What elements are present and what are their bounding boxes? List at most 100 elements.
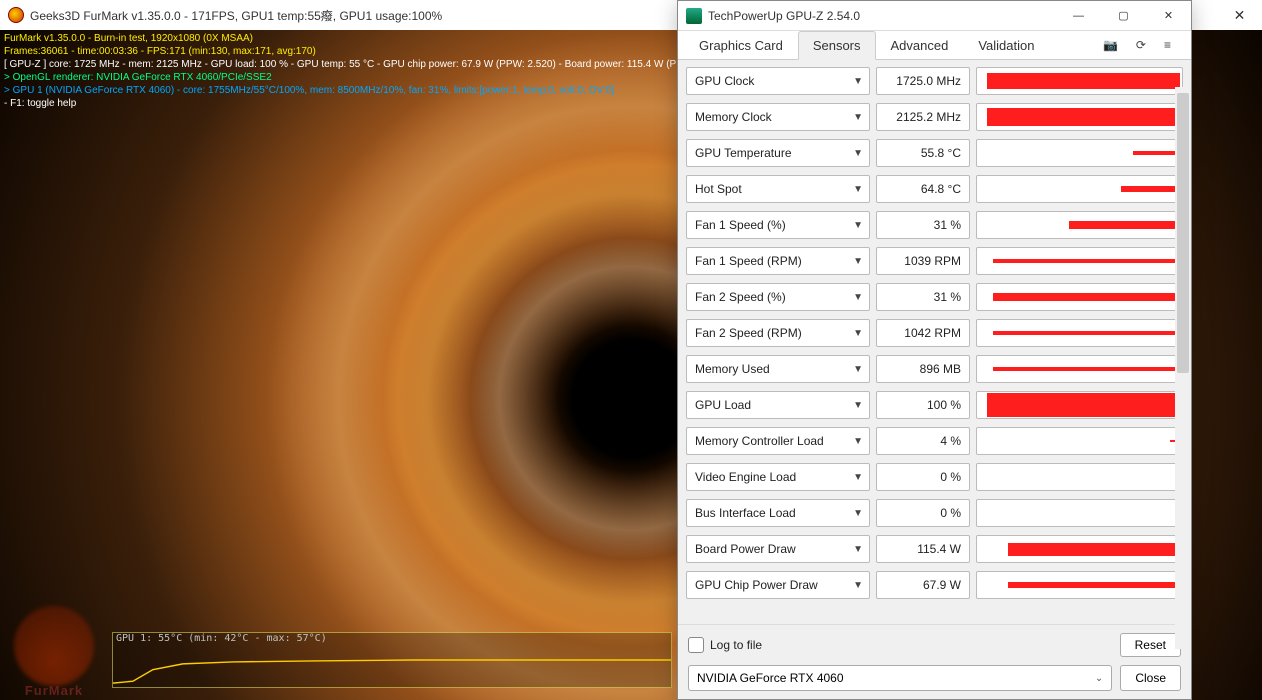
chevron-down-icon: ▼ — [853, 292, 863, 303]
sensor-name-label: Fan 2 Speed (RPM) — [695, 326, 802, 340]
furmark-close-button[interactable]: ✕ — [1217, 0, 1262, 30]
gpuz-footer: Log to file Reset NVIDIA GeForce RTX 406… — [678, 624, 1191, 699]
sensor-value[interactable]: 1042 RPM — [876, 319, 970, 347]
sensor-row: Bus Interface Load ▼ 0 % — [686, 496, 1183, 530]
chevron-down-icon: ▼ — [853, 364, 863, 375]
maximize-button[interactable]: ▢ — [1101, 1, 1146, 31]
sensor-value[interactable]: 67.9 W — [876, 571, 970, 599]
chevron-down-icon: ▼ — [853, 544, 863, 555]
sensor-row: GPU Chip Power Draw ▼ 67.9 W — [686, 568, 1183, 602]
sensor-graph[interactable] — [976, 211, 1183, 239]
sensor-graph[interactable] — [976, 355, 1183, 383]
sensor-value[interactable]: 896 MB — [876, 355, 970, 383]
sensor-graph[interactable] — [976, 391, 1183, 419]
checkbox-icon — [688, 637, 704, 653]
sensor-row: Hot Spot ▼ 64.8 °C — [686, 172, 1183, 206]
sensor-row: Fan 2 Speed (RPM) ▼ 1042 RPM — [686, 316, 1183, 350]
furmark-temp-graph — [112, 632, 672, 688]
sensor-name-dropdown[interactable]: GPU Temperature ▼ — [686, 139, 870, 167]
sensor-value[interactable]: 55.8 °C — [876, 139, 970, 167]
sensor-value[interactable]: 1725.0 MHz — [876, 67, 970, 95]
tab-sensors[interactable]: Sensors — [798, 31, 876, 60]
sensor-name-dropdown[interactable]: Fan 2 Speed (%) ▼ — [686, 283, 870, 311]
sensor-graph[interactable] — [976, 103, 1183, 131]
furmark-title-text: Geeks3D FurMark v1.35.0.0 - 171FPS, GPU1… — [30, 7, 442, 24]
sensor-name-dropdown[interactable]: Memory Controller Load ▼ — [686, 427, 870, 455]
close-window-button[interactable]: ✕ — [1146, 1, 1191, 31]
sensor-graph[interactable] — [976, 427, 1183, 455]
sensor-value[interactable]: 0 % — [876, 499, 970, 527]
sensor-name-dropdown[interactable]: GPU Load ▼ — [686, 391, 870, 419]
sensor-name-dropdown[interactable]: GPU Clock ▼ — [686, 67, 870, 95]
sensor-graph[interactable] — [976, 247, 1183, 275]
gpu-select-dropdown[interactable]: NVIDIA GeForce RTX 4060 ⌄ — [688, 665, 1112, 691]
sensor-value[interactable]: 64.8 °C — [876, 175, 970, 203]
sensor-name-label: GPU Clock — [695, 74, 754, 88]
sensor-name-label: Board Power Draw — [695, 542, 796, 556]
sensor-value[interactable]: 31 % — [876, 211, 970, 239]
gpuz-window[interactable]: TechPowerUp GPU-Z 2.54.0 — ▢ ✕ Graphics … — [677, 0, 1192, 700]
sensor-name-label: Memory Controller Load — [695, 434, 824, 448]
chevron-down-icon: ⌄ — [1095, 673, 1103, 684]
sensor-name-label: Hot Spot — [695, 182, 742, 196]
sensor-name-dropdown[interactable]: Memory Clock ▼ — [686, 103, 870, 131]
tab-graphics-card[interactable]: Graphics Card — [684, 31, 798, 60]
sensor-row: Video Engine Load ▼ 0 % — [686, 460, 1183, 494]
sensor-row: Board Power Draw ▼ 115.4 W — [686, 532, 1183, 566]
sensor-graph[interactable] — [976, 499, 1183, 527]
sensor-value[interactable]: 1039 RPM — [876, 247, 970, 275]
sensor-value[interactable]: 115.4 W — [876, 535, 970, 563]
chevron-down-icon: ▼ — [853, 184, 863, 195]
sensor-name-dropdown[interactable]: Fan 2 Speed (RPM) ▼ — [686, 319, 870, 347]
sensor-name-dropdown[interactable]: Memory Used ▼ — [686, 355, 870, 383]
sensor-name-dropdown[interactable]: Bus Interface Load ▼ — [686, 499, 870, 527]
sensor-name-dropdown[interactable]: Video Engine Load ▼ — [686, 463, 870, 491]
sensor-value[interactable]: 31 % — [876, 283, 970, 311]
tab-advanced[interactable]: Advanced — [876, 31, 964, 60]
sensor-graph[interactable] — [976, 463, 1183, 491]
sensor-graph[interactable] — [976, 283, 1183, 311]
minimize-button[interactable]: — — [1056, 1, 1101, 31]
sensor-name-dropdown[interactable]: Board Power Draw ▼ — [686, 535, 870, 563]
chevron-down-icon: ▼ — [853, 112, 863, 123]
chevron-down-icon: ▼ — [853, 328, 863, 339]
gpuz-window-buttons: — ▢ ✕ — [1056, 1, 1191, 31]
sensor-name-label: Video Engine Load — [695, 470, 796, 484]
sensor-value[interactable]: 4 % — [876, 427, 970, 455]
sensor-row: Memory Used ▼ 896 MB — [686, 352, 1183, 386]
sensor-value[interactable]: 0 % — [876, 463, 970, 491]
tab-validation[interactable]: Validation — [963, 31, 1049, 60]
chevron-down-icon: ▼ — [853, 400, 863, 411]
gpuz-title-text: TechPowerUp GPU-Z 2.54.0 — [708, 9, 860, 23]
sensor-graph[interactable] — [976, 535, 1183, 563]
sensor-name-dropdown[interactable]: GPU Chip Power Draw ▼ — [686, 571, 870, 599]
scrollbar[interactable] — [1175, 87, 1191, 649]
chevron-down-icon: ▼ — [853, 580, 863, 591]
menu-icon[interactable]: ≡ — [1164, 38, 1171, 52]
log-to-file-checkbox[interactable]: Log to file — [688, 637, 762, 653]
chevron-down-icon: ▼ — [853, 508, 863, 519]
sensor-value[interactable]: 100 % — [876, 391, 970, 419]
sensor-name-dropdown[interactable]: Fan 1 Speed (%) ▼ — [686, 211, 870, 239]
sensor-graph[interactable] — [976, 571, 1183, 599]
sensor-name-dropdown[interactable]: Hot Spot ▼ — [686, 175, 870, 203]
sensor-row: Fan 2 Speed (%) ▼ 31 % — [686, 280, 1183, 314]
sensor-name-dropdown[interactable]: Fan 1 Speed (RPM) ▼ — [686, 247, 870, 275]
chevron-down-icon: ▼ — [853, 76, 863, 87]
scrollbar-thumb[interactable] — [1177, 93, 1189, 373]
sensor-row: GPU Clock ▼ 1725.0 MHz — [686, 64, 1183, 98]
sensor-graph[interactable] — [976, 175, 1183, 203]
chevron-down-icon: ▼ — [853, 220, 863, 231]
sensor-graph[interactable] — [976, 67, 1183, 95]
screenshot-icon[interactable]: 📷 — [1103, 38, 1118, 52]
reset-button[interactable]: Reset — [1120, 633, 1181, 657]
close-button[interactable]: Close — [1120, 665, 1181, 691]
sensor-name-label: Memory Used — [695, 362, 770, 376]
sensor-graph[interactable] — [976, 319, 1183, 347]
furmark-logo: FurMark — [4, 596, 104, 696]
gpuz-titlebar[interactable]: TechPowerUp GPU-Z 2.54.0 — ▢ ✕ — [678, 1, 1191, 31]
chevron-down-icon: ▼ — [853, 436, 863, 447]
refresh-icon[interactable]: ⟳ — [1136, 38, 1146, 52]
sensor-value[interactable]: 2125.2 MHz — [876, 103, 970, 131]
sensor-graph[interactable] — [976, 139, 1183, 167]
